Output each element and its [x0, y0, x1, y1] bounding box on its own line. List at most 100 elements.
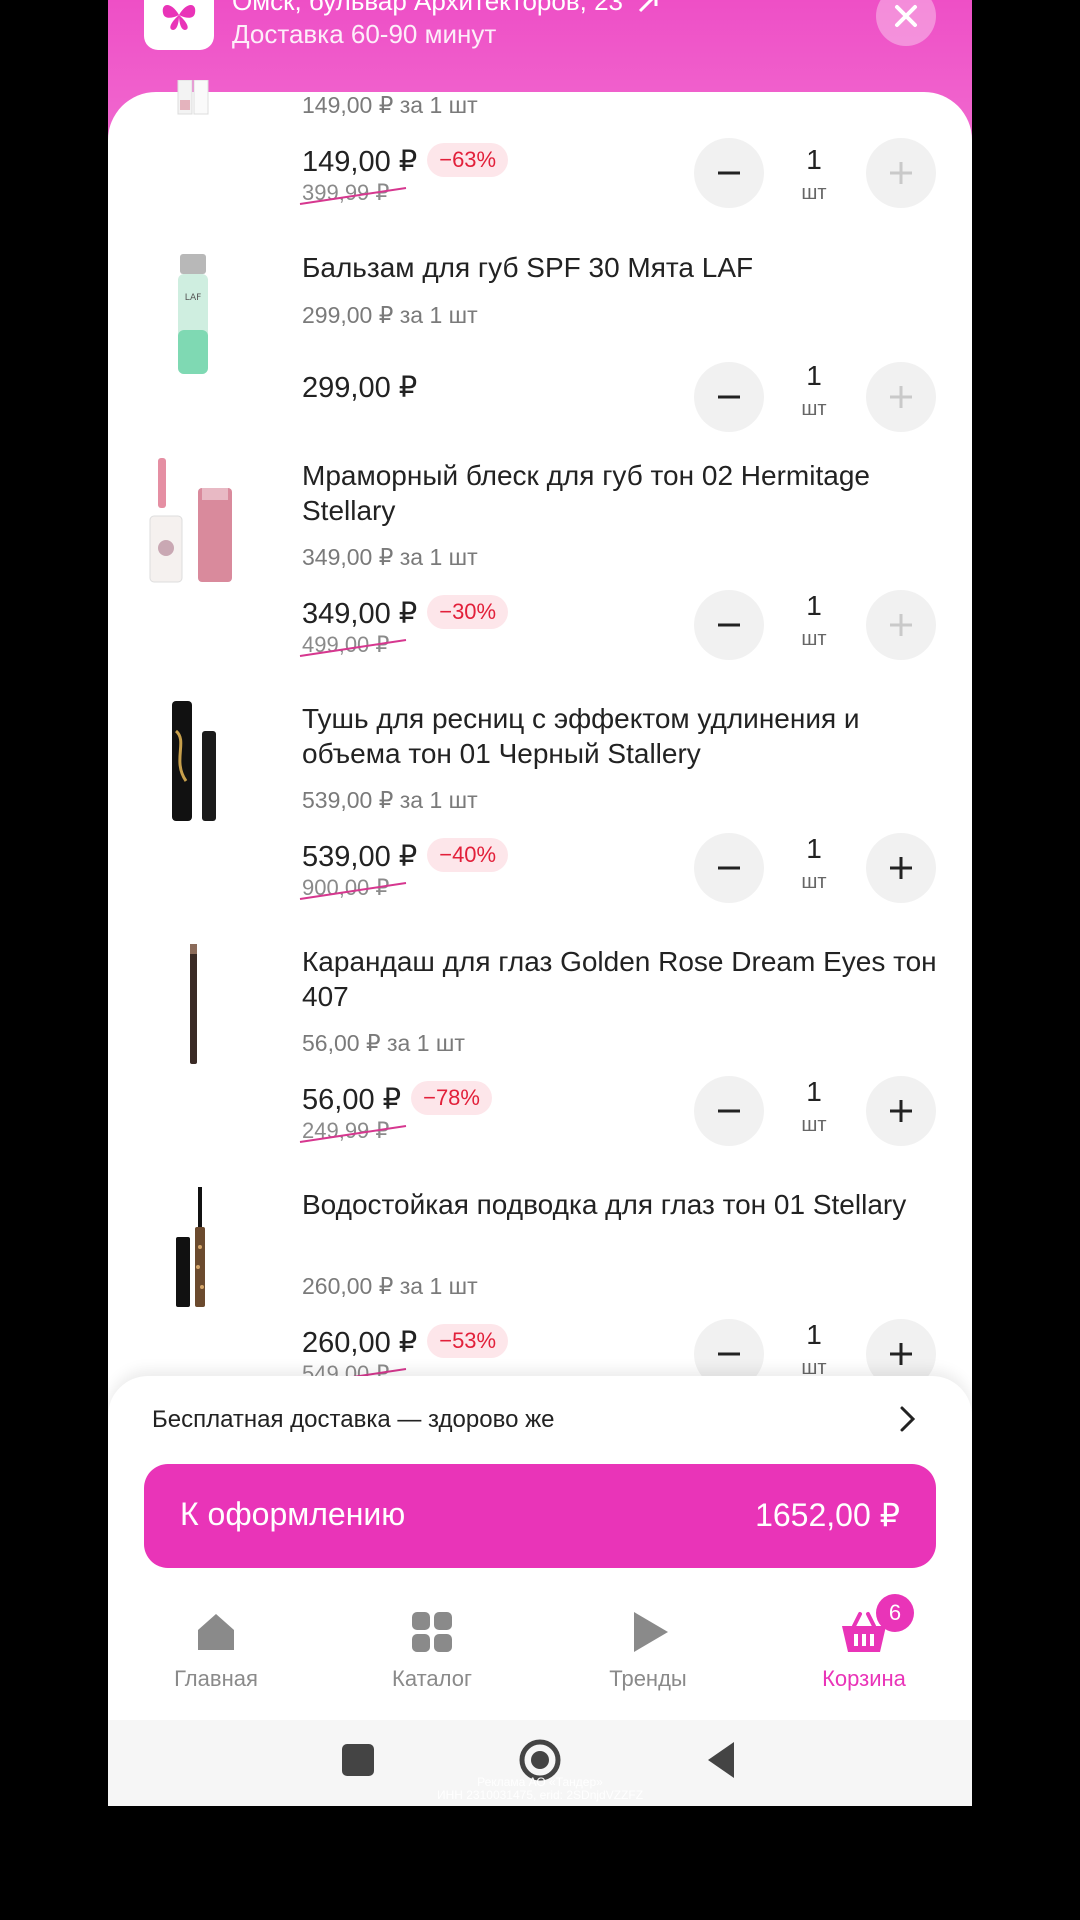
address-text: Омск, бульвар Архитекторов, 23	[232, 0, 624, 16]
increase-quantity-button[interactable]	[866, 138, 936, 208]
discount-badge: −53%	[427, 1324, 509, 1359]
price-value: 349,00 ₽	[302, 598, 418, 630]
price: 149,00 ₽ −63%	[302, 143, 509, 180]
logo	[144, 0, 214, 50]
increase-quantity-button[interactable]	[866, 590, 936, 660]
product-title[interactable]: Бальзам для губ SPF 30 Мята LAF	[302, 250, 952, 285]
quantity-unit: шт	[801, 871, 827, 893]
delivery-time: Доставка 60-90 минут	[232, 19, 497, 49]
price-value: 149,00 ₽	[302, 146, 418, 178]
price-value: 260,00 ₽	[302, 1327, 418, 1359]
checkout-label: К оформлению	[180, 1496, 406, 1532]
product-title[interactable]: Мраморный блеск для губ тон 02 Hermitage…	[302, 458, 952, 528]
product-image	[177, 80, 209, 115]
product-image	[190, 944, 197, 1064]
quantity-unit: шт	[801, 1114, 827, 1136]
plus-icon	[890, 162, 912, 184]
nav-cart[interactable]: 6 Корзина	[764, 1594, 964, 1692]
price-value: 299,00 ₽	[302, 372, 418, 404]
plus-icon	[890, 1343, 912, 1365]
quantity-unit: шт	[801, 398, 827, 420]
free-delivery-info[interactable]: Бесплатная доставка — здорово же	[152, 1406, 554, 1434]
unit-price: 56,00 ₽ за 1 шт	[302, 1030, 465, 1056]
quantity: 1 шт	[774, 1319, 854, 1380]
old-price: 900,00 ₽	[299, 875, 407, 901]
quantity-value: 1	[806, 590, 822, 621]
discount-badge: −30%	[427, 595, 509, 630]
product-title[interactable]: Карандаш для глаз Golden Rose Dream Eyes…	[302, 944, 952, 1014]
product-image	[176, 1187, 205, 1307]
arrow-icon	[639, 0, 658, 13]
nav-home-label: Главная	[174, 1666, 258, 1691]
quantity: 1 шт	[774, 590, 854, 651]
play-icon	[634, 1612, 668, 1652]
checkout-total: 1652,00 ₽	[755, 1497, 900, 1533]
cart-count-badge: 6	[876, 1594, 914, 1632]
minus-icon	[718, 395, 740, 399]
discount-badge: −63%	[427, 143, 509, 178]
old-price: 499,00 ₽	[299, 632, 407, 658]
discount-badge: −40%	[427, 838, 509, 873]
quantity-value: 1	[806, 1076, 822, 1107]
quantity: 1 шт	[774, 1076, 854, 1137]
decrease-quantity-button[interactable]	[694, 138, 764, 208]
butterfly-logo-icon	[162, 5, 196, 30]
price: 299,00 ₽	[302, 370, 417, 405]
plus-icon	[890, 1100, 912, 1122]
nav-home[interactable]: Главная	[116, 1608, 316, 1692]
cart-sheet: 149,00 ₽ за 1 шт 149,00 ₽ −63% 399,99 ₽ 1…	[108, 80, 972, 1492]
bottom-navigation: Главная Каталог Тренды 6 Корзина	[108, 1594, 972, 1718]
unit-price: 299,00 ₽ за 1 шт	[302, 302, 478, 328]
increase-quantity-button[interactable]	[866, 362, 936, 432]
quantity-value: 1	[806, 360, 822, 391]
price-value: 56,00 ₽	[302, 1084, 402, 1116]
nav-catalog-label: Каталог	[392, 1666, 472, 1691]
chevron-right-icon[interactable]	[892, 1404, 922, 1434]
home-icon	[198, 1614, 234, 1650]
plus-icon	[890, 386, 912, 408]
product-title[interactable]: Тушь для ресниц с эффектом удлинения и о…	[302, 701, 952, 771]
price: 260,00 ₽ −53%	[302, 1324, 509, 1361]
unit-price: 349,00 ₽ за 1 шт	[302, 544, 478, 570]
minus-icon	[718, 1352, 740, 1356]
quantity-value: 1	[806, 144, 822, 175]
app-screen: Омск, бульвар Архитекторов, 23 Доставка …	[108, 0, 972, 1806]
decrease-quantity-button[interactable]	[694, 833, 764, 903]
decrease-quantity-button[interactable]	[694, 362, 764, 432]
price: 349,00 ₽ −30%	[302, 595, 509, 632]
svg-text:LAF: LAF	[185, 293, 202, 303]
unit-price: 149,00 ₽ за 1 шт	[302, 92, 478, 118]
nav-catalog[interactable]: Каталог	[332, 1608, 532, 1692]
product-image: LAF	[178, 254, 208, 374]
increase-quantity-button[interactable]	[866, 833, 936, 903]
product-image	[149, 458, 232, 583]
quantity-unit: шт	[801, 182, 827, 204]
quantity: 1 шт	[774, 833, 854, 894]
nav-cart-label: Корзина	[822, 1666, 906, 1691]
checkout-button[interactable]: К оформлению 1652,00 ₽	[144, 1464, 936, 1568]
close-button[interactable]	[876, 0, 936, 46]
strike-line	[299, 639, 407, 657]
strike-line	[299, 1125, 407, 1143]
nav-trends-label: Тренды	[609, 1666, 687, 1691]
decrease-quantity-button[interactable]	[694, 1076, 764, 1146]
minus-icon	[718, 171, 740, 175]
unit-price: 260,00 ₽ за 1 шт	[302, 1273, 478, 1299]
delivery-address[interactable]: Омск, бульвар Архитекторов, 23 Доставка …	[232, 0, 660, 50]
ad-line-2: ИНН 2310031475, erid: 2SDnjdVZZFZ	[436, 1788, 644, 1802]
nav-trends[interactable]: Тренды	[548, 1608, 748, 1692]
price: 56,00 ₽ −78%	[302, 1081, 492, 1118]
quantity: 1 шт	[774, 144, 854, 205]
ad-disclaimer: Реклама АО «Тандер» ИНН 2310031475, erid…	[108, 1776, 972, 1802]
decrease-quantity-button[interactable]	[694, 590, 764, 660]
grid-icon	[412, 1612, 452, 1652]
quantity-value: 1	[806, 833, 822, 864]
minus-icon	[718, 623, 740, 627]
increase-quantity-button[interactable]	[866, 1076, 936, 1146]
close-icon	[895, 5, 917, 27]
old-price: 249,99 ₽	[299, 1118, 407, 1144]
discount-badge: −78%	[411, 1081, 492, 1116]
product-title[interactable]: Водостойкая подводка для глаз тон 01 Ste…	[302, 1187, 952, 1222]
price-value: 539,00 ₽	[302, 841, 418, 873]
quantity-value: 1	[806, 1319, 822, 1350]
